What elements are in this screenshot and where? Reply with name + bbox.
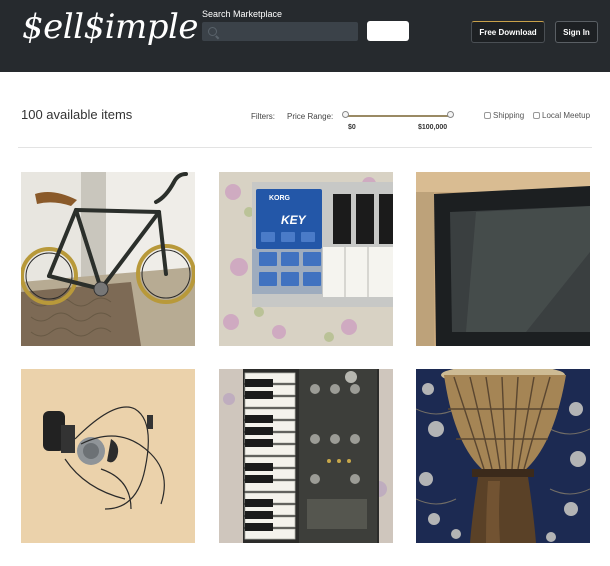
- keyboard-photo: KORG KEY: [219, 172, 393, 346]
- filters-label: Filters:: [251, 112, 275, 121]
- search-button[interactable]: [367, 21, 409, 41]
- shipping-filter[interactable]: Shipping: [484, 111, 524, 120]
- bicycle-photo: [21, 172, 195, 346]
- drum-photo: [416, 369, 590, 543]
- logo[interactable]: $ell$imple: [22, 7, 199, 47]
- listing-tile-headset[interactable]: [21, 369, 195, 543]
- korg-brand-text: KORG: [269, 195, 291, 202]
- listing-tile-tablet[interactable]: [416, 172, 590, 346]
- divider: [18, 147, 592, 148]
- price-range-track[interactable]: [345, 115, 451, 117]
- item-count: 100 available items: [21, 107, 133, 122]
- price-min-handle[interactable]: [342, 111, 349, 118]
- korg-model-text: KEY: [281, 213, 307, 227]
- price-range-label: Price Range:: [287, 112, 334, 121]
- local-meetup-filter[interactable]: Local Meetup: [533, 111, 590, 120]
- free-download-button[interactable]: Free Download: [471, 21, 545, 43]
- search-label: Search Marketplace: [202, 9, 283, 19]
- local-meetup-label: Local Meetup: [542, 111, 591, 120]
- headset-photo: [21, 369, 195, 543]
- synth-photo: [219, 369, 393, 543]
- listing-tile-djembe-drum[interactable]: [416, 369, 590, 543]
- top-navbar: $ell$imple Search Marketplace Free Downl…: [0, 0, 610, 72]
- sign-in-button[interactable]: Sign In: [555, 21, 598, 43]
- search-input[interactable]: [202, 22, 358, 41]
- price-max-value: $100,000: [418, 124, 448, 131]
- shipping-checkbox[interactable]: [484, 112, 491, 119]
- listing-tile-microkorg-synth[interactable]: [219, 369, 393, 543]
- local-meetup-checkbox[interactable]: [533, 112, 540, 119]
- price-max-handle[interactable]: [447, 111, 454, 118]
- shipping-label: Shipping: [493, 111, 525, 120]
- listing-tile-korg-keyboard[interactable]: KORG KEY: [219, 172, 393, 346]
- price-min-value: $0: [348, 124, 356, 131]
- tablet-photo: [416, 172, 590, 346]
- search-icon: [208, 27, 217, 36]
- listing-tile-bicycle[interactable]: [21, 172, 195, 346]
